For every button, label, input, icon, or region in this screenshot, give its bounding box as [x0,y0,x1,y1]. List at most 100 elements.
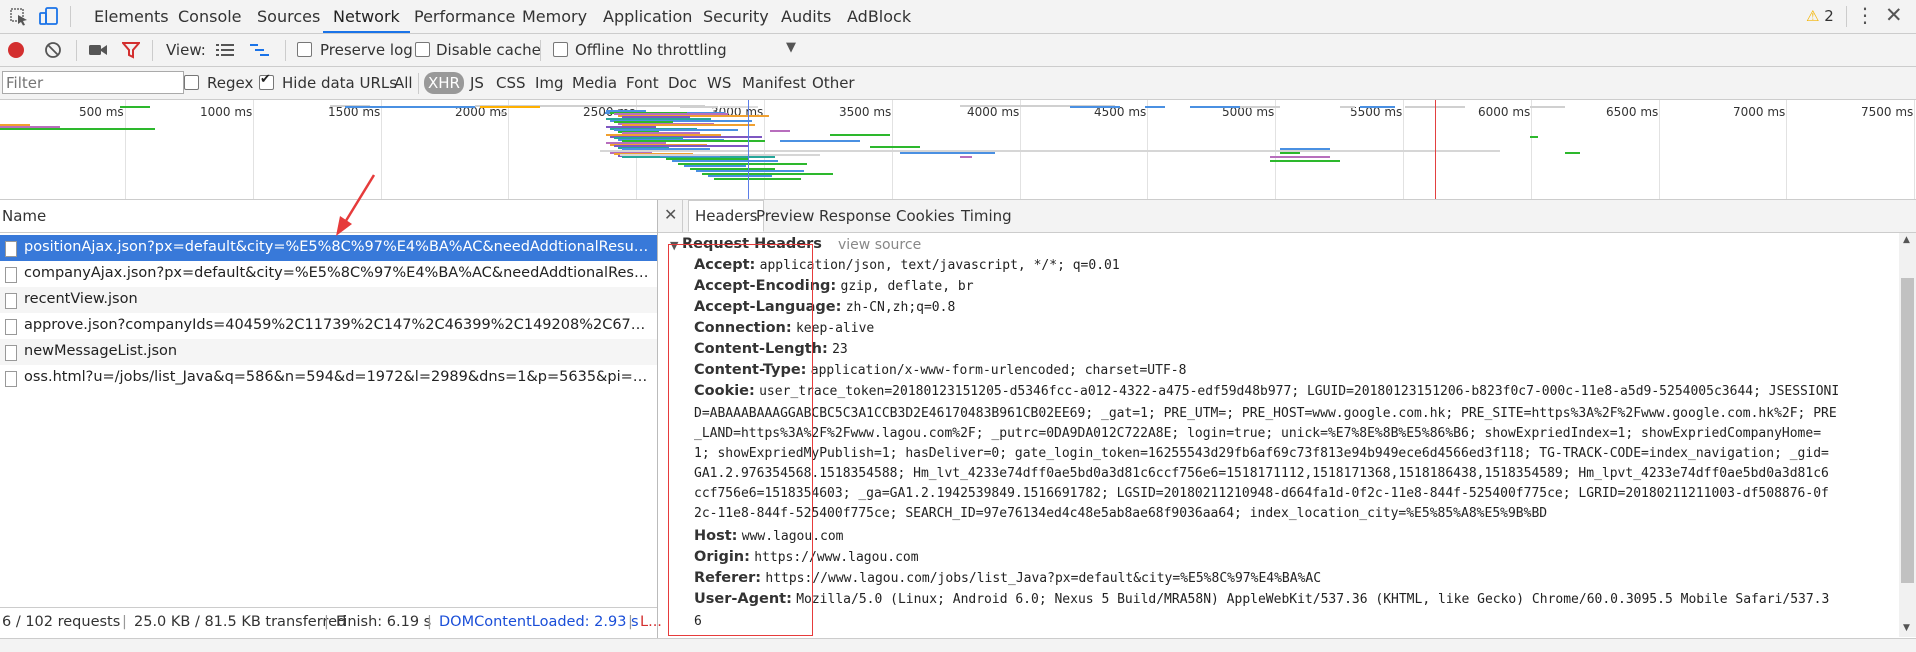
timeline-request-bar [480,106,540,108]
timeline-gridline [1786,100,1787,199]
detail-tab-bar: ✕ Headers Preview Response Cookies Timin… [658,200,1916,233]
filter-type-media[interactable]: Media [572,74,617,92]
tab-application[interactable]: Application [593,0,702,33]
filter-type-css[interactable]: CSS [496,74,526,92]
finish-time: Finish: 6.19 s [336,614,432,630]
device-toolbar-icon[interactable] [38,6,60,26]
tab-headers[interactable]: Headers [688,200,765,232]
request-name: companyAjax.json?px=default&city=%E5%8C%… [24,265,649,281]
divider [76,40,77,61]
timeline-request-bar [870,146,920,148]
drawer-edge [0,638,1916,652]
timeline-request-bar [600,150,1500,152]
cookie-continuation: ccf756e6=1518354603; _ga=GA1.2.194253984… [694,486,1829,501]
tab-memory[interactable]: Memory [512,0,597,33]
record-icon[interactable] [8,42,24,58]
preserve-log-label[interactable]: Preserve log [320,41,413,59]
request-row[interactable]: approve.json?companyIds=40459%2C11739%2C… [0,313,657,339]
load-event-marker [1435,100,1436,199]
document-icon [5,319,17,335]
regex-checkbox[interactable] [184,75,199,90]
tab-preview[interactable]: Preview [756,207,814,225]
cookie-continuation: GA1.2.976354568.1518354588; Hm_lvt_4233e… [694,466,1829,481]
scroll-down-icon[interactable]: ▼ [1903,623,1910,633]
scroll-up-icon[interactable]: ▲ [1903,235,1910,245]
timeline-request-bar [1145,106,1165,108]
name-column-header[interactable]: Name [0,200,657,233]
filter-type-xhr[interactable]: XHR [424,72,464,94]
timeline-request-bar [1565,152,1580,154]
more-options-icon[interactable]: ⋮ [1855,4,1875,26]
request-headers-section: ▼ Request Headers view source Accept: ap… [658,233,1898,637]
devtools-tab-bar: Elements Console Sources Network Perform… [0,0,1916,34]
request-row[interactable]: companyAjax.json?px=default&city=%E5%8C%… [0,261,657,287]
filter-type-img[interactable]: Img [535,74,564,92]
offline-label[interactable]: Offline [575,41,624,59]
filter-icon[interactable] [120,41,142,63]
request-row[interactable]: positionAjax.json?px=default&city=%E5%8C… [0,235,657,261]
inspect-element-icon[interactable] [8,6,30,26]
request-row[interactable]: oss.html?u=/jobs/list_Java&q=586&n=594&d… [0,365,657,391]
warning-icon: ⚠ [1806,7,1820,25]
view-source-link[interactable]: view source [838,237,921,253]
filter-type-ws[interactable]: WS [707,74,731,92]
request-row[interactable]: newMessageList.json [0,339,657,365]
hide-data-urls-checkbox[interactable] [259,72,274,90]
clear-icon[interactable] [44,41,62,63]
capture-screenshots-icon[interactable] [88,42,108,62]
tab-cookies[interactable]: Cookies [896,207,955,225]
scrollbar-thumb[interactable] [1901,278,1914,583]
separator: | [122,614,127,630]
network-toolbar: View: Preserve log Disable cache Offline… [0,34,1916,67]
filter-input[interactable] [2,71,184,94]
offline-checkbox[interactable] [553,42,568,57]
timeline-gridline [508,100,509,199]
warnings-indicator[interactable]: ⚠ 2 [1806,7,1834,25]
disable-cache-label[interactable]: Disable cache [436,41,541,59]
tab-response[interactable]: Response [819,207,891,225]
tab-audits[interactable]: Audits [771,0,841,33]
timeline-request-bar [770,130,790,132]
tab-sources[interactable]: Sources [247,0,330,33]
large-rows-icon[interactable] [216,43,234,61]
chevron-down-icon[interactable]: ▼ [786,40,796,55]
timeline-request-bar [620,154,820,156]
vertical-scrollbar[interactable]: ▲ ▼ [1899,233,1916,637]
tab-timing[interactable]: Timing [961,207,1012,225]
throttling-select[interactable]: No throttling [632,41,727,59]
filter-type-doc[interactable]: Doc [668,74,697,92]
timeline-request-bar [1270,156,1330,158]
separator: | [628,614,633,630]
disable-cache-checkbox[interactable] [415,42,430,57]
tab-console[interactable]: Console [168,0,252,33]
timeline-request-bar [0,126,60,128]
tab-adblock[interactable]: AdBlock [837,0,921,33]
tab-network[interactable]: Network [323,0,410,33]
close-icon[interactable]: ✕ [1885,3,1903,27]
header-user-agent: User-Agent: Mozilla/5.0 (Linux; Android … [694,591,1829,607]
request-row[interactable]: recentView.json [0,287,657,313]
network-overview[interactable]: 500 ms1000 ms1500 ms2000 ms2500 ms3000 m… [0,100,1916,200]
filter-type-manifest[interactable]: Manifest [742,74,806,92]
filter-type-other[interactable]: Other [812,74,855,92]
divider [682,200,683,232]
tab-elements[interactable]: Elements [84,0,179,33]
regex-label[interactable]: Regex [207,74,253,92]
timeline-request-bar [0,124,30,126]
request-list: positionAjax.json?px=default&city=%E5%8C… [0,233,657,603]
filter-type-font[interactable]: Font [626,74,659,92]
tab-performance[interactable]: Performance [404,0,525,33]
filter-type-all[interactable]: All [394,74,413,92]
hide-data-urls-label[interactable]: Hide data URLs [282,74,397,92]
divider [540,40,541,61]
preserve-log-checkbox[interactable] [297,42,312,57]
timeline-request-bar [1280,152,1300,154]
filter-type-js[interactable]: JS [470,74,484,92]
waterfall-overview-icon[interactable] [250,43,270,61]
timeline-gridline [1659,100,1660,199]
separator: | [427,614,432,630]
header-value: zh-CN,zh;q=0.8 [845,300,956,315]
tab-security[interactable]: Security [693,0,779,33]
timeline-tick-label: 1000 ms [200,105,253,119]
close-icon[interactable]: ✕ [664,205,677,224]
